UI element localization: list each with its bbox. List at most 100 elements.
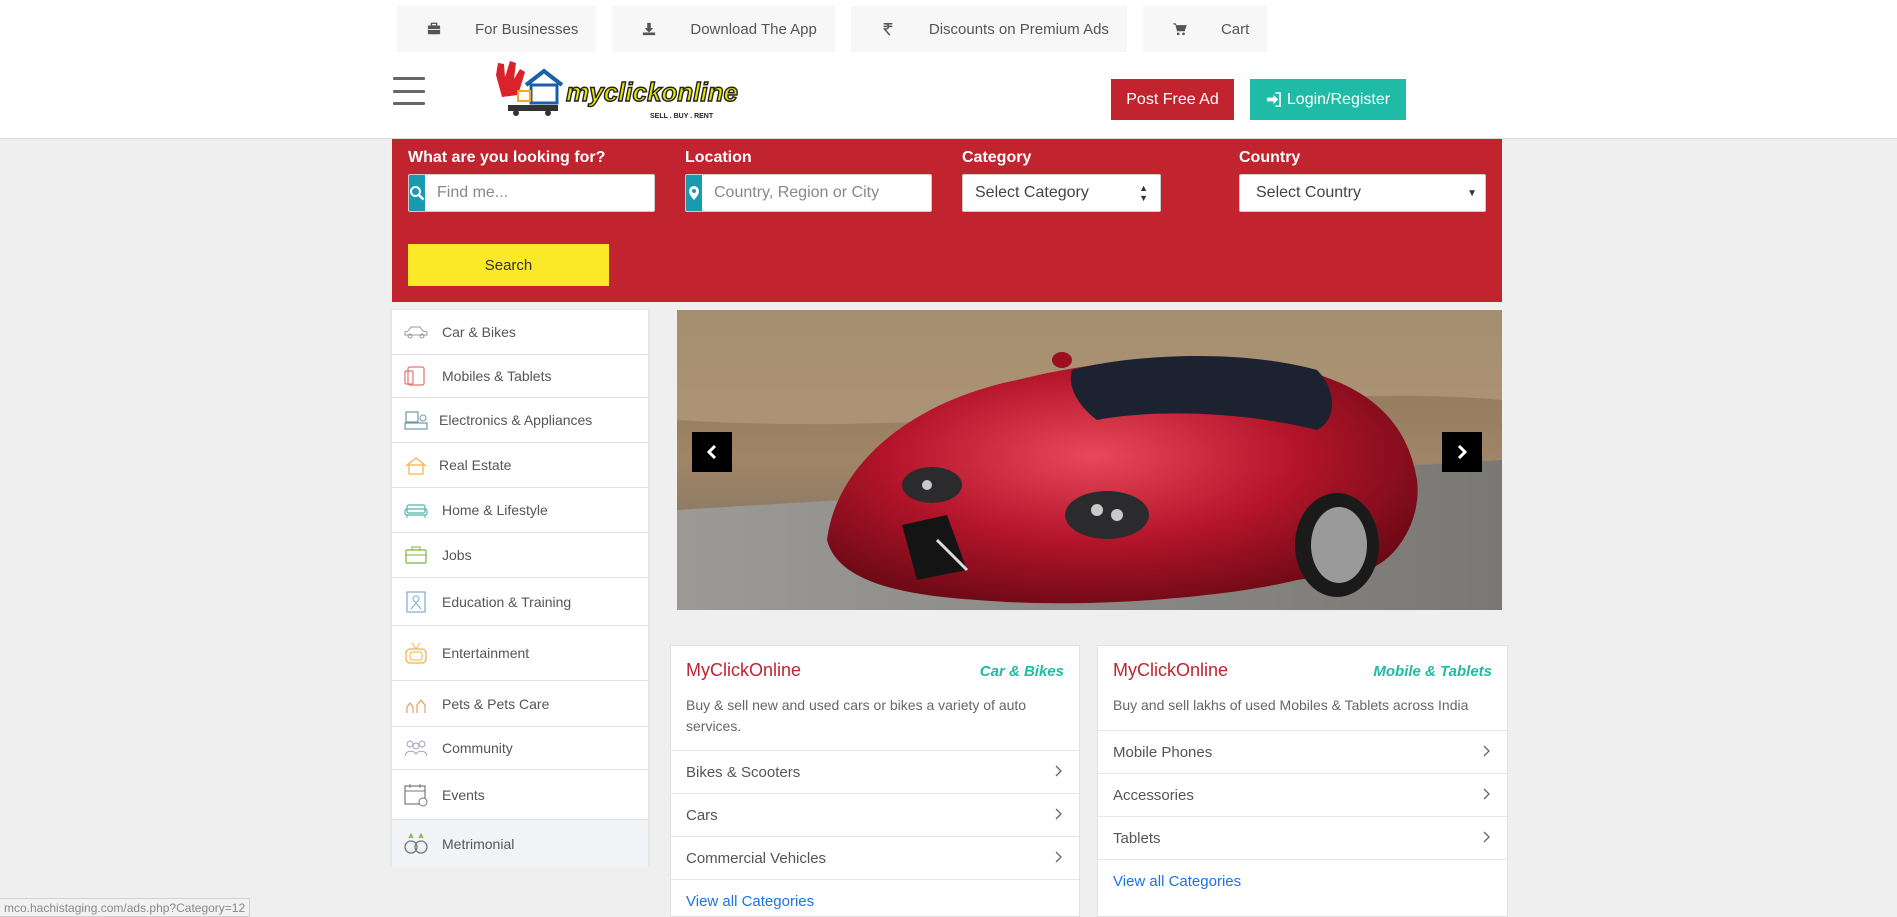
sign-in-icon [1266, 92, 1281, 107]
cart-icon [1172, 22, 1187, 36]
hero-carousel[interactable] [677, 310, 1502, 610]
sidebar-item-label: Metrimonial [442, 836, 515, 852]
search-icon [409, 175, 425, 211]
sidebar-item-label: Entertainment [442, 645, 530, 661]
map-marker-icon [686, 175, 702, 211]
topbar-for-businesses[interactable]: For Businesses [397, 6, 597, 52]
card-row-label: Tablets [1113, 829, 1161, 847]
sidebar-item-real-estate[interactable]: Real Estate [392, 443, 648, 488]
login-register-label: Login/Register [1286, 90, 1391, 108]
category-card-mobile-tablets: MyClickOnline Mobile & Tablets Buy and s… [1097, 645, 1508, 917]
what-label: What are you looking for? [408, 149, 606, 166]
carousel-slide-image [677, 310, 1502, 610]
chevron-down-icon: ▼ [1467, 187, 1477, 199]
search-button[interactable]: Search [408, 244, 609, 286]
category-label: Category [962, 149, 1032, 166]
country-select[interactable]: Select Country ▼ [1239, 174, 1486, 212]
card-subcategory-list: Mobile Phones Accessories Tablets View a… [1098, 730, 1507, 902]
topbar-discounts[interactable]: Discounts on Premium Ads [850, 6, 1127, 52]
card-subcategory-list: Bikes & Scooters Cars Commercial Vehicle… [671, 750, 1079, 917]
find-me-input[interactable] [425, 175, 654, 211]
browser-status-url: mco.hachistaging.com/ads.php?Category=12 [0, 898, 251, 917]
login-register-button[interactable]: Login/Register [1250, 79, 1406, 120]
chevron-right-icon [1457, 445, 1468, 459]
search-panel: What are you looking for? Location Categ… [392, 139, 1502, 302]
card-tag: Mobile & Tablets [1373, 663, 1492, 680]
hamburger-menu-icon[interactable] [393, 77, 425, 105]
card-title: MyClickOnline [686, 660, 802, 680]
chevron-right-icon [1054, 764, 1063, 780]
chevron-right-icon [1482, 744, 1491, 760]
select-updown-icon: ▲ ▼ [1139, 183, 1148, 203]
calendar-icon [402, 781, 430, 809]
sidebar-item-entertainment[interactable]: Entertainment [392, 626, 648, 681]
sidebar-item-label: Mobiles & Tablets [442, 368, 552, 384]
carousel-next-button[interactable] [1442, 432, 1482, 472]
chevron-left-icon [706, 445, 717, 459]
sidebar-item-home-lifestyle[interactable]: Home & Lifestyle [392, 488, 648, 533]
carousel-prev-button[interactable] [692, 432, 732, 472]
sidebar-item-metrimonial[interactable]: Metrimonial [392, 820, 648, 868]
house-icon [402, 454, 430, 476]
sidebar-item-car-bikes[interactable]: Car & Bikes [392, 310, 648, 355]
location-label: Location [685, 149, 752, 166]
card-row-label: Commercial Vehicles [686, 849, 827, 867]
sidebar-item-label: Home & Lifestyle [442, 502, 548, 518]
card-row-cars[interactable]: Cars [671, 793, 1079, 836]
site-logo[interactable]: myclickonline SELL . BUY . RENT [488, 55, 739, 127]
briefcase-icon [402, 544, 430, 566]
country-label: Country [1239, 149, 1301, 166]
sidebar-item-education-training[interactable]: Education & Training [392, 578, 648, 626]
card-row-label: Mobile Phones [1113, 743, 1213, 761]
category-select-value: Select Category [975, 184, 1089, 201]
sidebar-item-jobs[interactable]: Jobs [392, 533, 648, 578]
top-utility-bar: For Businesses Download The App Discount… [397, 6, 1268, 52]
card-description: Buy & sell new and used cars or bikes a … [686, 697, 1027, 734]
education-icon [402, 590, 430, 613]
download-icon [642, 22, 656, 36]
topbar-label: For Businesses [475, 20, 579, 38]
sidebar-item-community[interactable]: Community [392, 727, 648, 770]
card-tag: Car & Bikes [979, 663, 1064, 680]
briefcase-icon [427, 22, 441, 36]
card-row-tablets[interactable]: Tablets [1098, 816, 1507, 859]
country-select-value: Select Country [1256, 184, 1361, 201]
card-row-commercial-vehicles[interactable]: Commercial Vehicles [671, 836, 1079, 879]
location-input[interactable] [702, 175, 931, 211]
post-free-ad-button[interactable]: Post Free Ad [1111, 79, 1234, 120]
topbar-label: Discounts on Premium Ads [928, 20, 1109, 38]
rupee-icon [881, 22, 895, 36]
category-sidebar: Car & Bikes Mobiles & Tablets Electronic… [392, 310, 648, 868]
sidebar-item-label: Jobs [442, 547, 472, 563]
car-icon [402, 321, 430, 343]
sidebar-item-events[interactable]: Events [392, 770, 648, 820]
topbar-download-app[interactable]: Download The App [612, 6, 835, 52]
card-row-bikes-scooters[interactable]: Bikes & Scooters [671, 750, 1079, 793]
topbar-label: Download The App [690, 20, 817, 38]
site-header: For Businesses Download The App Discount… [0, 0, 1897, 139]
card-title: MyClickOnline [1113, 660, 1229, 680]
category-select[interactable]: Select Category ▲ ▼ [962, 174, 1161, 212]
sidebar-item-label: Events [442, 786, 485, 803]
sidebar-item-pets-care[interactable]: Pets & Pets Care [392, 681, 648, 727]
what-input-group [408, 174, 655, 212]
sidebar-item-label: Education & Training [442, 593, 572, 610]
pets-icon [402, 693, 430, 715]
community-icon [402, 737, 430, 759]
view-all-categories-link[interactable]: View all Categories [1098, 859, 1507, 902]
chevron-right-icon [1054, 807, 1063, 823]
sidebar-item-electronics-appliances[interactable]: Electronics & Appliances [392, 398, 648, 443]
chevron-right-icon [1482, 830, 1491, 846]
rings-icon [402, 830, 430, 858]
sidebar-item-label: Car & Bikes [442, 324, 516, 340]
card-row-mobile-phones[interactable]: Mobile Phones [1098, 730, 1507, 773]
sidebar-item-label: Pets & Pets Care [442, 695, 550, 712]
chevron-right-icon [1482, 787, 1491, 803]
sidebar-item-mobiles-tablets[interactable]: Mobiles & Tablets [392, 355, 648, 398]
logo-text: myclickonline [566, 77, 738, 107]
sofa-icon [402, 499, 430, 521]
view-all-categories-link[interactable]: View all Categories [671, 879, 1079, 917]
topbar-cart[interactable]: Cart [1142, 6, 1268, 52]
sidebar-item-label: Electronics & Appliances [439, 412, 593, 428]
card-row-accessories[interactable]: Accessories [1098, 773, 1507, 816]
